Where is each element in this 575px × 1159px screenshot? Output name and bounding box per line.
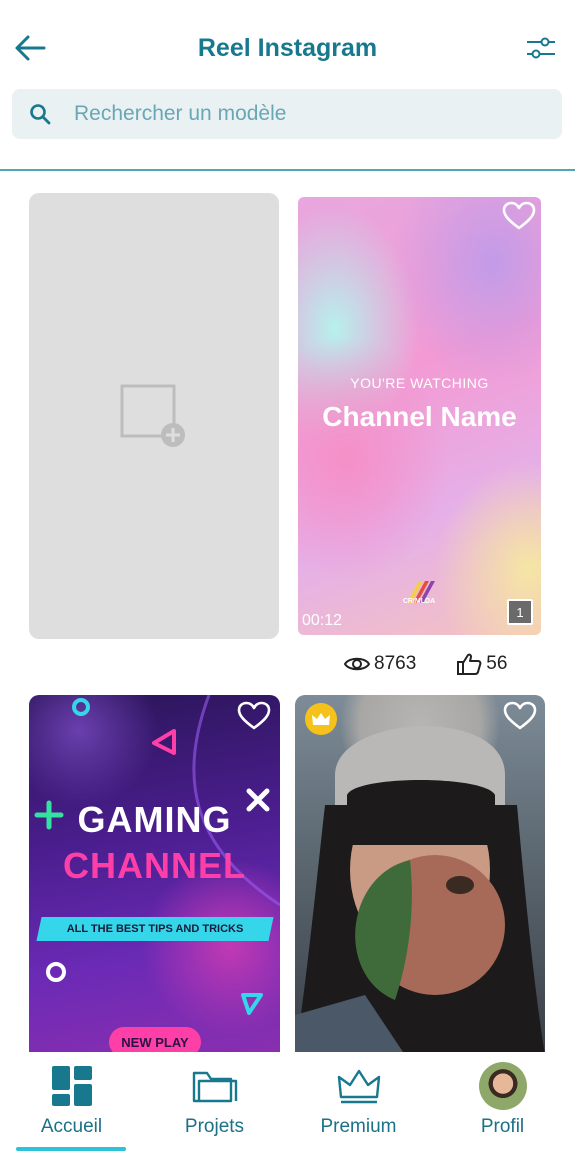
crown-icon [312, 713, 330, 725]
template-band-text: ALL THE BEST TIPS AND TRICKS [66, 923, 244, 935]
folder-icon [191, 1064, 239, 1108]
search-bar [12, 89, 562, 139]
nav-item-premium[interactable]: Premium [287, 1052, 430, 1152]
favorite-heart-icon[interactable] [502, 201, 536, 231]
add-image-icon [120, 384, 185, 447]
template-subtitle: YOU'RE WATCHING [350, 375, 489, 391]
crown-icon [337, 1064, 381, 1108]
filter-button[interactable] [523, 30, 559, 66]
favorite-heart-icon[interactable] [237, 701, 271, 731]
brand-logo-text: CRIMLDA [402, 598, 436, 605]
favorite-heart-icon[interactable] [503, 701, 537, 731]
template-title: GAMING [77, 799, 232, 840]
avatar [478, 1062, 527, 1110]
template-card-channel-name[interactable]: YOU'RE WATCHING Channel Name CRIMLDA 00:… [298, 197, 541, 635]
header-divider [0, 169, 575, 171]
bottom-navigation: Accueil Projets Premium Profil [0, 1052, 575, 1159]
sliders-icon [527, 37, 555, 59]
likes-count: 56 [486, 653, 508, 674]
thumbs-up-icon [457, 653, 482, 675]
views-count: 8763 [374, 653, 417, 674]
template-headline: Channel Name [322, 401, 517, 432]
active-tab-indicator [16, 1147, 126, 1151]
likes-stat: 56 [456, 652, 507, 676]
portrait-photo [295, 726, 545, 1055]
views-stat: 8763 [344, 653, 416, 675]
search-input[interactable] [74, 102, 494, 126]
video-duration: 00:12 [302, 612, 343, 629]
nav-label: Profil [480, 1116, 525, 1137]
new-design-card[interactable] [29, 193, 279, 639]
template-cta-label: NEW PLAY [109, 1027, 201, 1055]
template-stats: 8763 56 [344, 652, 507, 676]
nav-item-accueil[interactable]: Accueil [0, 1052, 143, 1152]
template-card-portrait[interactable] [295, 695, 545, 1055]
nav-label: Premium [320, 1116, 397, 1137]
nav-label: Projets [184, 1116, 245, 1137]
nav-item-profil[interactable]: Profil [431, 1052, 574, 1152]
nav-item-projets[interactable]: Projets [143, 1052, 286, 1152]
dashboard-icon [51, 1064, 93, 1108]
premium-badge [305, 703, 337, 735]
search-icon [28, 102, 52, 126]
page-title: Reel Instagram [197, 34, 378, 62]
template-card-gaming-channel[interactable]: GAMING CHANNEL ALL THE BEST TIPS AND TRI… [29, 695, 280, 1055]
template-subtitle: CHANNEL [63, 845, 246, 886]
eye-icon [344, 657, 370, 671]
app-header: Reel Instagram [0, 0, 575, 88]
nav-label: Accueil [40, 1116, 103, 1137]
avatar-wrapper [478, 1062, 527, 1110]
page-count-badge: 1 [507, 599, 533, 625]
